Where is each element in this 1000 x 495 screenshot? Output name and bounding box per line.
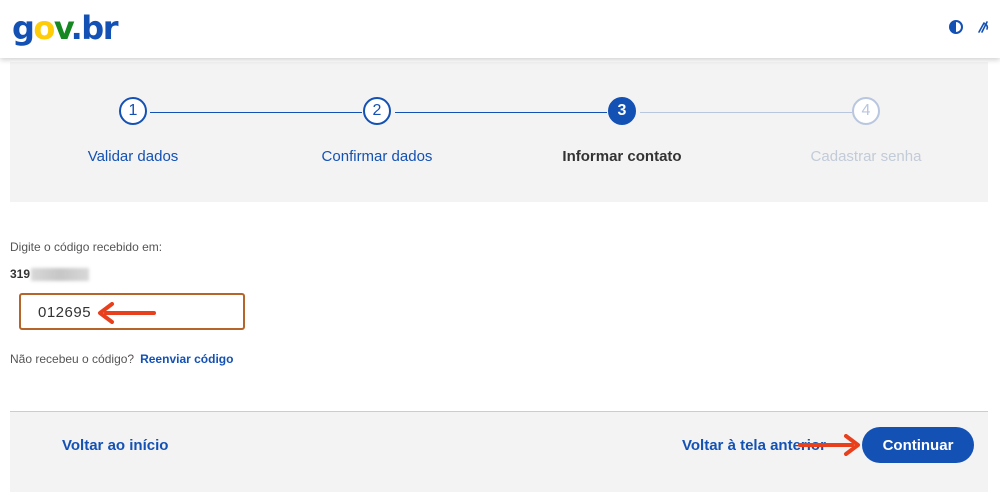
phone-redacted [31,268,90,282]
step-connector [395,112,607,113]
logo-letter: r [102,9,119,47]
resend-row: Não recebeu o código? Reenviar código [10,352,233,366]
resend-code-link[interactable]: Reenviar código [140,352,233,366]
step-2-circle: 2 [363,97,391,125]
step-connector [640,112,852,113]
header: gov.br [0,0,1000,58]
logo-letter: o [33,9,55,47]
phone-prefix: 319 [10,267,31,281]
step-1-circle: 1 [119,97,147,125]
step-3-label: Informar contato [562,148,682,165]
resend-question: Não recebeu o código? [10,352,135,366]
logo-letter: b [81,9,104,47]
contrast-icon[interactable] [945,16,967,38]
gov-br-logo[interactable]: gov.br [12,8,119,48]
back-to-start-link[interactable]: Voltar ao início [62,437,168,454]
verification-code-input[interactable]: 012695 [19,293,245,330]
vlibras-icon[interactable] [972,16,994,38]
step-4-label: Cadastrar senha [810,148,922,165]
logo-letter: . [70,9,83,47]
back-previous-link[interactable]: Voltar à tela anterior [682,437,826,454]
code-value: 012695 [38,304,92,321]
step-1-label: Validar dados [87,148,179,165]
logo-letter: g [12,9,35,47]
progress-stepper: 1 Validar dados 2 Confirmar dados 3 Info… [10,62,988,202]
continue-button[interactable]: Continuar [862,427,974,463]
step-connector [150,112,362,113]
logo-letter: v [53,9,72,47]
footer-actions: Voltar ao início Voltar à tela anterior … [10,411,988,492]
step-4-circle: 4 [852,97,880,125]
phone-number: 319 [10,267,90,282]
step-3-circle: 3 [608,97,636,125]
code-prompt-text: Digite o código recebido em: [10,240,163,254]
step-2-label: Confirmar dados [321,148,433,165]
